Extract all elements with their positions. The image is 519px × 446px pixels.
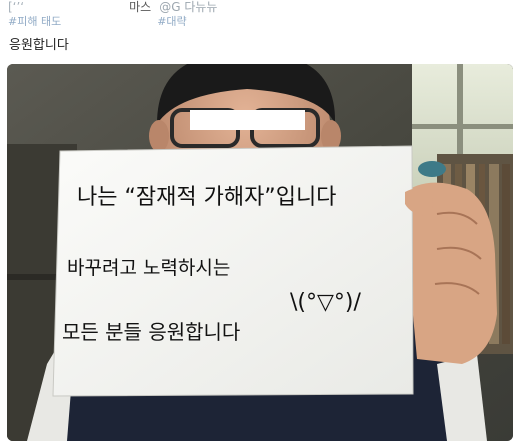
sign-line-3: 모든 분들 응원합니다 (62, 320, 240, 344)
author-handle[interactable]: @G 다뉴뉴 (159, 0, 217, 14)
sign-emoticon: \(°▽°)/ (290, 290, 361, 315)
tweet-text: 응원합니다 (9, 38, 69, 53)
hashtag-1[interactable]: #피해 태도 (8, 15, 61, 26)
sign-line-2: 바꾸려고 노력하시는 (67, 257, 230, 279)
header-left-glyphs: [‘’‘ (8, 0, 25, 14)
author-name[interactable]: 마스 (129, 0, 151, 14)
tweet-header: [‘’‘ 마스 @G 다뉴뉴 #피해 태도 #대략 (0, 0, 519, 26)
sign-line-1: 나는 “잠재적 가해자”입니다 (77, 185, 336, 210)
photo-illustration: 나는 “잠재적 가해자”입니다 바꾸려고 노력하시는 모든 분들 응원합니다 \… (7, 64, 513, 441)
teal-object (418, 161, 446, 177)
tweet-photo[interactable]: 나는 “잠재적 가해자”입니다 바꾸려고 노력하시는 모든 분들 응원합니다 \… (7, 64, 513, 441)
privacy-censor-bar (190, 110, 305, 130)
hashtag-2[interactable]: #대략 (157, 15, 186, 26)
tweet-screenshot: [‘’‘ 마스 @G 다뉴뉴 #피해 태도 #대략 응원합니다 나는 “잠재적 … (0, 0, 519, 446)
